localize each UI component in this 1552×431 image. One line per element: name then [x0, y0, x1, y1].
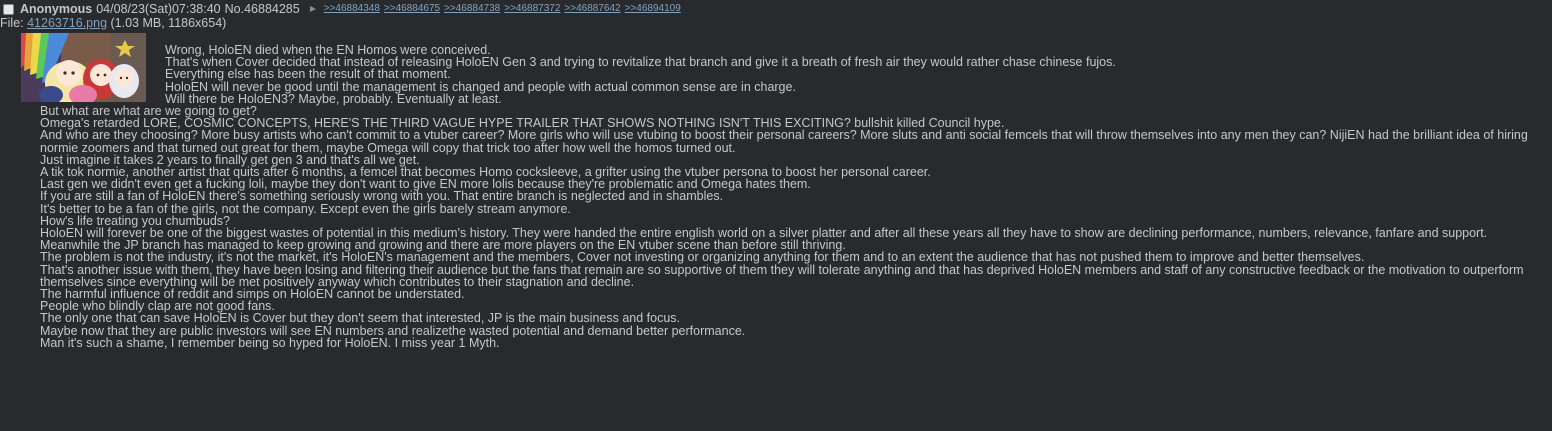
backlink[interactable]: >>46884738	[444, 2, 500, 16]
post-message: Wrong, HoloEN died when the EN Homos wer…	[40, 44, 1540, 350]
backlink[interactable]: >>46887642	[564, 2, 620, 16]
file-meta: (1.03 MB, 1186x654)	[107, 16, 227, 30]
message-line: That's another issue with them, they hav…	[40, 262, 1524, 289]
backlink[interactable]: >>46894109	[625, 2, 681, 16]
file-info: File: 41263716.png (1.03 MB, 1186x654)	[0, 16, 226, 30]
backlink[interactable]: >>46887372	[504, 2, 560, 16]
backlinks: >>46884348 >>46884675 >>46884738 >>46887…	[324, 2, 681, 16]
backlink[interactable]: >>46884348	[324, 2, 380, 16]
message-line: If you are still a fan of HoloEN there's…	[40, 189, 724, 204]
file-prefix: File:	[0, 16, 28, 30]
message-line: The only one that can save HoloEN is Cov…	[40, 311, 681, 326]
post-header: Anonymous 04/08/23(Sat)07:38:40 No.46884…	[3, 2, 681, 16]
message-line: It's better to be a fan of the girls, no…	[40, 201, 571, 216]
message-line: Everything else has been the result of t…	[165, 67, 451, 82]
post-number[interactable]: No.46884285	[225, 2, 300, 16]
post-container: Anonymous 04/08/23(Sat)07:38:40 No.46884…	[0, 0, 1552, 431]
message-line: The problem is not the industry, it's no…	[40, 250, 1365, 265]
backlink[interactable]: >>46884675	[384, 2, 440, 16]
post-datetime: 04/08/23(Sat)07:38:40	[96, 2, 221, 16]
post-menu-arrow-icon[interactable]	[309, 6, 316, 12]
message-line: HoloEN will forever be one of the bigges…	[40, 226, 1488, 253]
message-line: Will there be HoloEN3? Maybe, probably. …	[165, 91, 502, 106]
message-line: And who are they choosing? More busy art…	[40, 128, 1528, 155]
file-link[interactable]: 41263716.png	[27, 16, 107, 30]
message-line: Man it's such a shame, I remember being …	[40, 335, 500, 350]
poster-name: Anonymous	[20, 2, 93, 16]
message-line: HoloEN will never be good until the mana…	[165, 79, 796, 94]
post-select-checkbox[interactable]	[3, 3, 14, 15]
